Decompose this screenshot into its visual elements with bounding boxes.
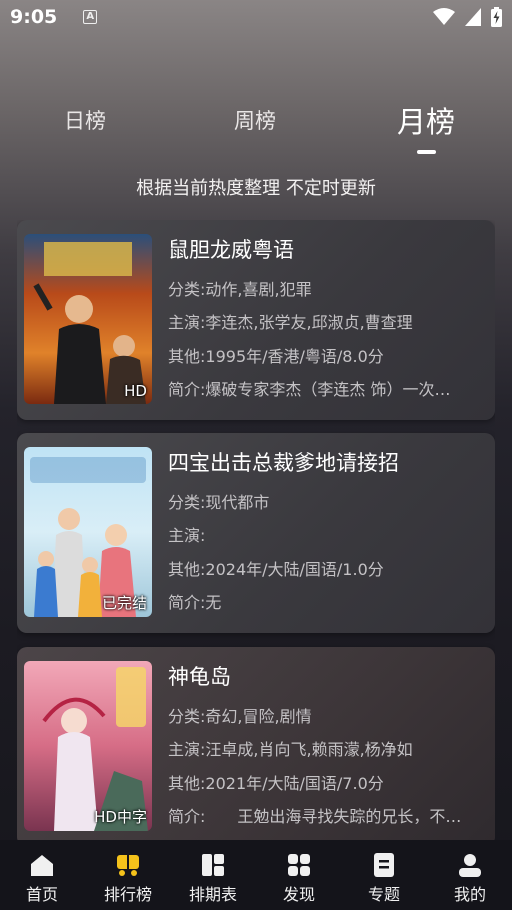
intro-row: 简介: 王勉出海寻找失踪的兄长，不… <box>168 803 461 827</box>
cast-label: 主演: <box>168 740 206 759</box>
card-title[interactable]: 四宝出击总裁爹地请接招 <box>168 447 399 477</box>
category-value: 动作,喜剧,犯罪 <box>205 280 312 299</box>
other-label: 其他: <box>168 774 206 793</box>
card-title[interactable]: 鼠胆龙威粤语 <box>168 234 294 264</box>
home-icon <box>31 855 53 876</box>
ranking-card[interactable]: 已完结 四宝出击总裁爹地请接招 分类:现代都市 主演: 其他:2024年/大陆/… <box>17 433 495 633</box>
card-title[interactable]: 神龟岛 <box>168 661 231 691</box>
nav-label: 排期表 <box>188 885 237 904</box>
topic-icon <box>374 853 394 877</box>
intro-row: 简介:爆破专家李杰（李连杰 饰）一次… <box>168 376 451 400</box>
category-row: 分类:动作,喜剧,犯罪 <box>168 276 312 300</box>
intro-value: 无 <box>205 593 222 612</box>
intro-label: 简介: <box>168 807 206 826</box>
nav-label: 发现 <box>282 885 315 904</box>
ranking-tabs: 日榜 周榜 月榜 <box>0 105 512 155</box>
nav-label: 排行榜 <box>103 885 152 904</box>
cellular-signal-icon <box>465 8 481 26</box>
category-value: 现代都市 <box>205 493 270 512</box>
other-value: 2021年/大陆/国语/7.0分 <box>205 774 384 793</box>
other-row: 其他:2021年/大陆/国语/7.0分 <box>168 770 384 794</box>
schedule-icon <box>202 854 224 876</box>
poster-artwork <box>24 234 152 404</box>
status-icons <box>433 7 502 27</box>
status-badge: 已完结 <box>101 594 147 612</box>
nav-ranking[interactable]: 排行榜 <box>92 852 164 905</box>
tab-monthly[interactable]: 月榜 <box>397 99 455 141</box>
nav-schedule[interactable]: 排期表 <box>177 852 249 905</box>
other-label: 其他: <box>168 347 206 366</box>
cast-row: 主演: <box>168 522 205 546</box>
intro-value: 爆破专家李杰（李连杰 饰）一次… <box>205 380 451 399</box>
status-time: 9:05 <box>10 6 58 28</box>
nav-profile[interactable]: 我的 <box>434 852 506 905</box>
quality-badge: HD中字 <box>94 808 147 826</box>
bottom-navigation: 首页 排行榜 排期表 发现 专题 我的 <box>0 840 512 910</box>
cast-row: 主演:李连杰,张学友,邱淑贞,曹查理 <box>168 309 413 333</box>
intro-label: 简介: <box>168 593 206 612</box>
other-row: 其他:1995年/香港/粤语/8.0分 <box>168 343 384 367</box>
ranking-card[interactable]: HD中字 神龟岛 分类:奇幻,冒险,剧情 主演:汪卓成,肖向飞,赖雨濛,杨净如 … <box>17 647 495 840</box>
nav-label: 专题 <box>367 885 400 904</box>
category-value: 奇幻,冒险,剧情 <box>205 707 312 726</box>
battery-icon <box>491 7 502 27</box>
other-row: 其他:2024年/大陆/国语/1.0分 <box>168 556 384 580</box>
intro-row: 简介:无 <box>168 589 221 613</box>
cast-label: 主演: <box>168 313 206 332</box>
category-row: 分类:现代都市 <box>168 489 269 513</box>
other-label: 其他: <box>168 560 206 579</box>
tab-daily[interactable]: 日榜 <box>64 105 106 135</box>
ranking-card[interactable]: HD 鼠胆龙威粤语 分类:动作,喜剧,犯罪 主演:李连杰,张学友,邱淑贞,曹查理… <box>17 220 495 420</box>
category-label: 分类: <box>168 707 206 726</box>
intro-label: 简介: <box>168 380 206 399</box>
status-bar: 9:05 A <box>0 0 512 34</box>
quality-badge: HD <box>124 382 147 400</box>
ranking-icon <box>117 855 139 876</box>
active-tab-indicator <box>417 150 436 154</box>
category-row: 分类:奇幻,冒险,剧情 <box>168 703 312 727</box>
tab-weekly[interactable]: 周榜 <box>234 105 276 135</box>
category-label: 分类: <box>168 493 206 512</box>
nav-label: 我的 <box>453 885 486 904</box>
wifi-icon <box>433 8 455 25</box>
profile-icon <box>459 854 481 877</box>
other-value: 1995年/香港/粤语/8.0分 <box>205 347 384 366</box>
cast-value: 汪卓成,肖向飞,赖雨濛,杨净如 <box>205 740 413 759</box>
nav-label: 首页 <box>25 885 58 904</box>
ranking-subtitle: 根据当前热度整理 不定时更新 <box>136 178 376 199</box>
nav-discover[interactable]: 发现 <box>263 852 335 905</box>
cast-label: 主演: <box>168 526 206 545</box>
cast-value: 李连杰,张学友,邱淑贞,曹查理 <box>205 313 413 332</box>
keyboard-indicator-icon: A <box>83 10 98 24</box>
ranking-list: HD 鼠胆龙威粤语 分类:动作,喜剧,犯罪 主演:李连杰,张学友,邱淑贞,曹查理… <box>17 220 495 840</box>
poster-image: HD中字 <box>24 661 152 831</box>
nav-home[interactable]: 首页 <box>6 852 78 905</box>
poster-image: 已完结 <box>24 447 152 617</box>
poster-image: HD <box>24 234 152 404</box>
cast-row: 主演:汪卓成,肖向飞,赖雨濛,杨净如 <box>168 736 413 760</box>
nav-topic[interactable]: 专题 <box>348 852 420 905</box>
intro-value: 王勉出海寻找失踪的兄长，不… <box>205 807 462 826</box>
category-label: 分类: <box>168 280 206 299</box>
discover-icon <box>288 854 310 876</box>
other-value: 2024年/大陆/国语/1.0分 <box>205 560 384 579</box>
